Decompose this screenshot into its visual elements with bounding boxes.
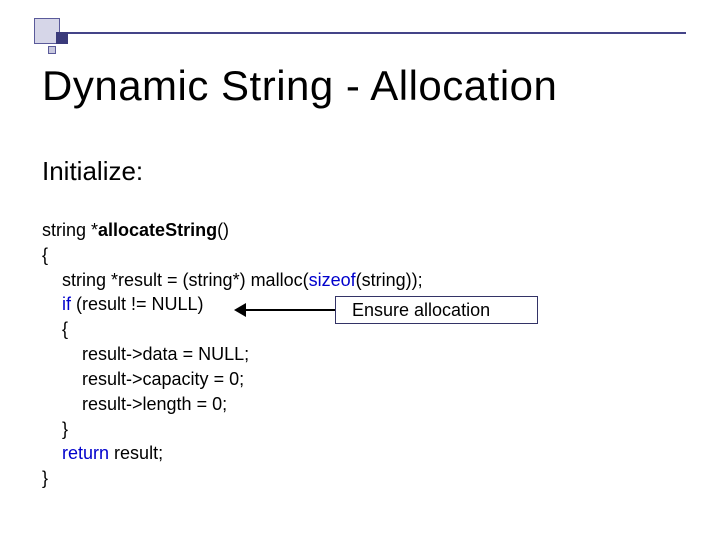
decor-square-small <box>48 46 56 54</box>
code-line-6: result->data = NULL; <box>42 344 249 364</box>
slide-subtitle: Initialize: <box>42 156 143 187</box>
header-divider <box>68 32 686 34</box>
code-line-2: { <box>42 245 48 265</box>
code-line-9: } <box>42 419 68 439</box>
code-block: string *allocateString() { string *resul… <box>42 218 423 491</box>
code-line-4: if (result != NULL) <box>42 294 204 314</box>
code-line-10: return result; <box>42 443 163 463</box>
code-line-3: string *result = (string*) malloc(sizeof… <box>42 270 423 290</box>
callout-box: Ensure allocation <box>335 296 538 324</box>
decor-square-dark <box>56 32 68 44</box>
code-line-5: { <box>42 319 68 339</box>
code-line-8: result->length = 0; <box>42 394 227 414</box>
slide-title: Dynamic String - Allocation <box>42 62 557 110</box>
callout-arrow-line <box>239 309 335 311</box>
code-line-7: result->capacity = 0; <box>42 369 244 389</box>
code-line-1: string *allocateString() <box>42 220 229 240</box>
callout-arrow-head-icon <box>234 303 246 317</box>
code-line-11: } <box>42 468 48 488</box>
callout-text: Ensure allocation <box>352 300 490 321</box>
